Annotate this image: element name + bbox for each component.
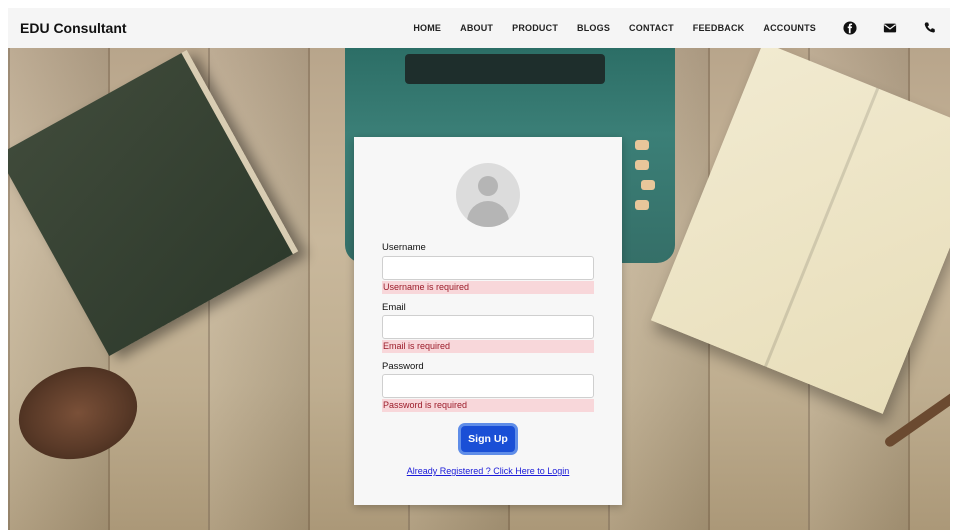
user-avatar-icon bbox=[456, 163, 520, 227]
nav-contact[interactable]: CONTACT bbox=[629, 23, 674, 33]
username-label: Username bbox=[382, 242, 426, 253]
nav-product[interactable]: PRODUCT bbox=[512, 23, 558, 33]
nav-feedback[interactable]: FEEDBACK bbox=[693, 23, 745, 33]
nav-blogs[interactable]: BLOGS bbox=[577, 23, 610, 33]
top-navbar: EDU Consultant HOME ABOUT PRODUCT BLOGS … bbox=[8, 8, 950, 48]
password-error: Password is required bbox=[382, 399, 594, 412]
nav-about[interactable]: ABOUT bbox=[460, 23, 493, 33]
username-input[interactable] bbox=[382, 256, 594, 280]
password-label: Password bbox=[382, 361, 424, 372]
typewriter-key bbox=[635, 200, 649, 210]
sign-up-button[interactable]: Sign Up bbox=[461, 426, 515, 452]
avatar-body bbox=[467, 201, 509, 227]
typewriter-key bbox=[635, 160, 649, 170]
typewriter-slot bbox=[405, 54, 605, 84]
password-input[interactable] bbox=[382, 374, 594, 398]
typewriter-key bbox=[635, 140, 649, 150]
facebook-icon[interactable] bbox=[842, 20, 858, 36]
login-link[interactable]: Already Registered ? Click Here to Login bbox=[354, 466, 622, 476]
nav-icons bbox=[842, 20, 938, 36]
avatar-head bbox=[478, 176, 498, 196]
envelope-icon[interactable] bbox=[882, 20, 898, 36]
email-input[interactable] bbox=[382, 315, 594, 339]
username-error: Username is required bbox=[382, 281, 594, 294]
typewriter-key bbox=[641, 180, 655, 190]
nav-accounts[interactable]: ACCOUNTS bbox=[763, 23, 816, 33]
nav-links: HOME ABOUT PRODUCT BLOGS CONTACT FEEDBAC… bbox=[413, 23, 816, 33]
nav-home[interactable]: HOME bbox=[413, 23, 441, 33]
notebook-fold bbox=[764, 87, 880, 368]
phone-icon[interactable] bbox=[922, 20, 938, 36]
email-label: Email bbox=[382, 302, 406, 313]
brand-title[interactable]: EDU Consultant bbox=[20, 20, 127, 36]
email-error: Email is required bbox=[382, 340, 594, 353]
signup-card: Username Username is required Email Emai… bbox=[354, 137, 622, 505]
